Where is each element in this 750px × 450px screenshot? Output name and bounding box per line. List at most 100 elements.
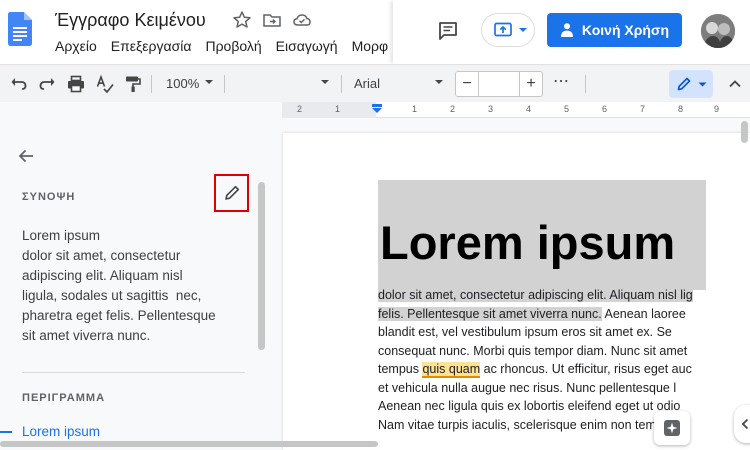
pencil-icon [677, 77, 691, 91]
collapse-menus-icon[interactable] [726, 75, 744, 93]
redo-icon[interactable] [37, 74, 57, 94]
menu-file[interactable]: Αρχείο [55, 38, 97, 54]
document-title[interactable]: Έγγραφο Κειμένου [55, 10, 206, 31]
cloud-saved-icon[interactable] [292, 10, 312, 30]
avatar[interactable] [701, 14, 735, 48]
decrease-font-size-button[interactable]: − [456, 72, 478, 96]
text-line: Nam vitae turpis iaculis, scelerisque en… [378, 417, 686, 432]
share-label: Κοινή Χρήση [581, 22, 670, 38]
chevron-down-icon[interactable] [434, 79, 444, 85]
summary-line: sit amet viverra nunc. [22, 328, 151, 343]
text-line: consequat nunc. Morbi quis tempor diam. … [378, 343, 688, 358]
font-size-stepper: − + [455, 71, 543, 97]
summary-line: Lorem ipsum [22, 228, 101, 243]
text-run: Aenean laoree [601, 306, 686, 321]
ruler-number: 8 [678, 104, 684, 114]
document-vertical-scrollbar[interactable] [741, 121, 748, 143]
ruler-number: 5 [564, 104, 570, 114]
present-button[interactable] [481, 13, 535, 47]
text-run: tempus [378, 362, 423, 376]
spellcheck-icon[interactable] [95, 74, 115, 94]
move-folder-icon[interactable] [262, 10, 282, 30]
chevron-down-icon[interactable] [204, 79, 214, 85]
formatting-toolbar: 100% Arial − + ⋯ [0, 64, 750, 102]
ruler-number: 3 [488, 104, 494, 114]
docs-logo-icon[interactable] [8, 12, 32, 46]
menu-format[interactable]: Μορφ [352, 38, 389, 54]
summary-line: dolor sit amet, consectetur [22, 248, 181, 263]
pencil-icon [224, 185, 239, 200]
outline-active-marker [0, 431, 12, 433]
paint-format-icon[interactable] [123, 74, 143, 94]
lock-person-icon [560, 23, 573, 37]
toolbar-divider [341, 75, 342, 93]
text-line: tempus quis quam ac rhoncus. Ut efficitu… [378, 360, 750, 379]
zoom-select[interactable]: 100% [166, 76, 199, 91]
ruler-number: 1 [412, 104, 418, 114]
more-options-button[interactable]: ⋯ [553, 71, 570, 91]
toolbar-divider [224, 75, 225, 93]
document-heading[interactable]: Lorem ipsum [380, 215, 675, 270]
ruler-number: 6 [602, 104, 608, 114]
menu-edit[interactable]: Επεξεργασία [111, 38, 192, 54]
chevron-down-icon [519, 28, 527, 32]
ruler-number: 9 [714, 104, 720, 114]
selected-text: felis. Pellentesque sit amet viverra nun… [378, 306, 602, 321]
spelling-suggestion[interactable]: quis quam [422, 362, 481, 378]
sidebar-scrollbar[interactable] [258, 182, 265, 350]
menu-view[interactable]: Προβολή [205, 38, 261, 54]
toolbar-divider [585, 75, 586, 93]
indent-marker-icon[interactable] [372, 104, 382, 114]
print-icon[interactable] [66, 74, 86, 94]
summary-line: pharetra eget felis. Pellentesque [22, 308, 216, 323]
ruler-number: 4 [526, 104, 532, 114]
editing-mode-button[interactable] [669, 70, 713, 98]
docs-window: Έγγραφο Κειμένου Αρχείο Επεξεργασία Προβ… [0, 0, 750, 450]
title-bar: Έγγραφο Κειμένου Αρχείο Επεξεργασία Προβ… [0, 0, 750, 64]
menu-insert[interactable]: Εισαγωγή [276, 38, 338, 54]
text-run: ac rhoncus. Ut efficitur, risus eget auc [480, 362, 692, 376]
selected-text: Aliquam nisl lig [606, 288, 693, 302]
present-icon [494, 22, 512, 37]
text-line: dolor sit amet, consectetur adipiscing e… [378, 286, 750, 305]
document-page[interactable]: Lorem ipsum dolor sit amet, consectetur … [283, 133, 750, 450]
font-size-input[interactable] [478, 72, 520, 96]
undo-icon[interactable] [9, 74, 29, 94]
summary-line: adipiscing elit. Aliquam nisl [22, 268, 183, 283]
horizontal-ruler[interactable]: 2 1 1 2 3 4 5 6 7 8 9 [282, 102, 750, 118]
summary-line: ligula, sodales ut sagittis nec, [22, 288, 202, 303]
document-outline-panel: ΣΥΝΟΨΗ Lorem ipsum dolor sit amet, conse… [0, 118, 270, 450]
ruler-number: 2 [297, 104, 303, 114]
ruler-number: 7 [640, 104, 646, 114]
edit-summary-button[interactable] [214, 174, 249, 212]
selected-text: dolor sit amet, consectetur adipiscing e… [378, 288, 607, 302]
font-select[interactable]: Arial [354, 76, 380, 91]
menu-bar: Αρχείο Επεξεργασία Προβολή Εισαγωγή Μορφ [55, 38, 388, 54]
toolbar-divider [151, 75, 152, 93]
sidebar-divider [22, 372, 245, 373]
text-line: Aenean nec ligula quis ex lobortis eleif… [378, 399, 681, 413]
outline-heading: ΠΕΡΙΓΡΑΜΜΑ [22, 392, 106, 404]
sparkle-icon [664, 420, 680, 436]
avatar-image [701, 14, 735, 48]
text-line: blandit est, vel vestibulum ipsum eros s… [378, 325, 672, 339]
side-panel-toggle[interactable] [734, 405, 750, 443]
increase-font-size-button[interactable]: + [520, 72, 542, 96]
paragraph-style-select[interactable] [230, 76, 330, 92]
text-line: felis. Pellentesque sit amet viverra nun… [378, 305, 750, 324]
summary-text[interactable]: Lorem ipsum dolor sit amet, consectetur … [22, 226, 242, 346]
ruler-number: 1 [335, 104, 341, 114]
back-arrow-icon[interactable] [16, 146, 36, 166]
outline-item[interactable]: Lorem ipsum [22, 424, 100, 439]
chevron-left-icon [741, 418, 749, 430]
star-icon[interactable] [232, 10, 252, 30]
comments-icon[interactable] [437, 20, 459, 42]
document-body[interactable]: dolor sit amet, consectetur adipiscing e… [378, 286, 750, 434]
share-button[interactable]: Κοινή Χρήση [547, 13, 682, 47]
horizontal-scrollbar[interactable] [0, 441, 378, 447]
chevron-down-icon[interactable] [320, 79, 330, 85]
text-line: et vehicula nulla augue nec risus. Nunc … [378, 380, 677, 395]
summary-heading: ΣΥΝΟΨΗ [22, 191, 76, 203]
explore-button[interactable] [654, 411, 690, 445]
chevron-down-icon [698, 82, 707, 87]
